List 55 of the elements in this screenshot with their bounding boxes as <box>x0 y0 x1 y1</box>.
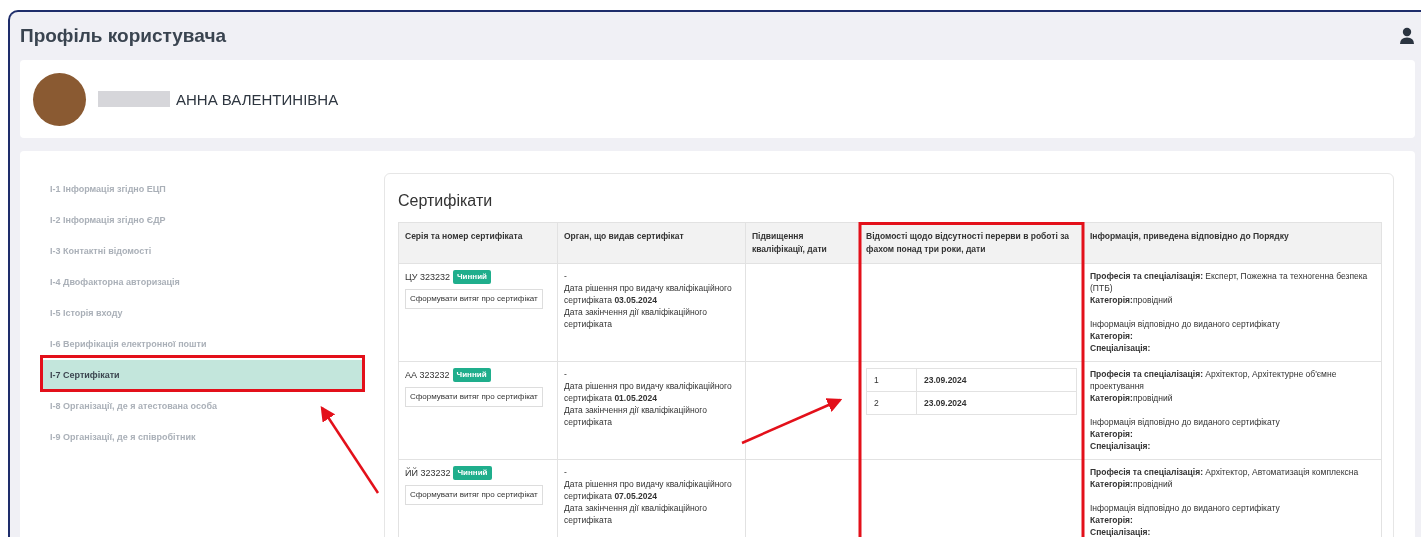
row-index: 2 <box>866 391 917 415</box>
status-badge: Чинний <box>453 466 492 480</box>
status-badge: Чинний <box>452 270 491 284</box>
sidebar-item[interactable]: І-2 Інформація згідно ЄДР <box>41 205 364 236</box>
row-index: 1 <box>866 368 917 392</box>
issuer-text: - <box>564 270 568 282</box>
extract-button[interactable]: Сформувати витяг про сертифікат <box>405 387 543 407</box>
specialization-label: Спеціалізація: <box>1090 440 1152 452</box>
expiry-text: Дата закінчення дії кваліфікаційного сертифіката <box>564 502 708 526</box>
sidebar-item[interactable]: І-9 Організації, де я співробітник <box>41 422 364 453</box>
sidebar-item[interactable]: І-6 Верифікація електронної пошти <box>41 329 364 360</box>
sidebar-item[interactable]: І-7 Сертифікати <box>41 360 364 391</box>
category-text: Категорія:провідний <box>1090 478 1174 490</box>
category-label: Категорія: <box>1090 428 1134 440</box>
sidebar-item[interactable]: І-1 Інформація згідно ЕЦП <box>41 174 364 205</box>
column-header: Орган, що видав сертифікат <box>557 222 746 264</box>
break-date: 23.09.2024 <box>916 368 1077 392</box>
certificate-info-note: Інформація відповідно до виданого сертифікату <box>1090 502 1281 514</box>
issuer-text: - <box>564 368 568 380</box>
status-badge: Чинний <box>452 368 491 382</box>
column-header: Серія та номер сертифіката <box>398 222 558 264</box>
specialization-label: Спеціалізація: <box>1090 526 1152 537</box>
category-label: Категорія: <box>1090 330 1134 342</box>
specialization-label: Спеціалізація: <box>1090 342 1152 354</box>
column-header: Підвищення кваліфікації, дати <box>745 222 860 264</box>
certificate-number: ЦУ 323232 <box>405 271 450 283</box>
certificate-info-note: Інформація відповідно до виданого сертифікату <box>1090 318 1281 330</box>
category-text: Категорія:провідний <box>1090 294 1174 306</box>
column-header: Інформація, приведена відповідно до Порядку <box>1083 222 1382 264</box>
certificate-number: ЙЙ 323232 <box>405 467 451 479</box>
category-text: Категорія:провідний <box>1090 392 1174 404</box>
decision-date-text: Дата рішення про видачу кваліфікаційного сертифіката 01.05.2024 <box>564 380 733 404</box>
extract-button[interactable]: Сформувати витяг про сертифікат <box>405 485 543 505</box>
profession-text: Професія та спеціалізація: Архітектор, Автоматизація комплексна <box>1090 466 1360 478</box>
user-icon[interactable] <box>1399 27 1415 45</box>
decision-date-text: Дата рішення про видачу кваліфікаційного сертифіката 03.05.2024 <box>564 282 733 306</box>
profession-text: Професія та спеціалізація: Експерт, Пожежна та техногенна безпека (ПТБ) <box>1090 270 1369 294</box>
section-title: Сертифікати <box>398 192 494 210</box>
certificate-info-note: Інформація відповідно до виданого сертифікату <box>1090 416 1281 428</box>
sidebar-item[interactable]: І-5 Історія входу <box>41 298 364 329</box>
redaction-block <box>98 91 170 107</box>
expiry-text: Дата закінчення дії кваліфікаційного сертифіката <box>564 404 708 428</box>
certificate-number: АА 323232 <box>405 369 450 381</box>
sidebar-item[interactable]: І-3 Контактні відомості <box>41 236 364 267</box>
avatar <box>33 72 86 126</box>
expiry-text: Дата закінчення дії кваліфікаційного сертифіката <box>564 306 708 330</box>
break-date: 23.09.2024 <box>916 391 1077 415</box>
page-title: Профіль користувача <box>20 25 226 47</box>
extract-button[interactable]: Сформувати витяг про сертифікат <box>405 289 543 309</box>
sidebar-item[interactable]: І-4 Двофакторна авторизація <box>41 267 364 298</box>
decision-date-text: Дата рішення про видачу кваліфікаційного сертифіката 07.05.2024 <box>564 478 733 502</box>
user-name: АННА ВАЛЕНТИНІВНА <box>176 90 339 108</box>
category-label: Категорія: <box>1090 514 1134 526</box>
issuer-text: - <box>564 466 568 478</box>
sidebar-item[interactable]: І-8 Організації, де я атестована особа <box>41 391 364 422</box>
